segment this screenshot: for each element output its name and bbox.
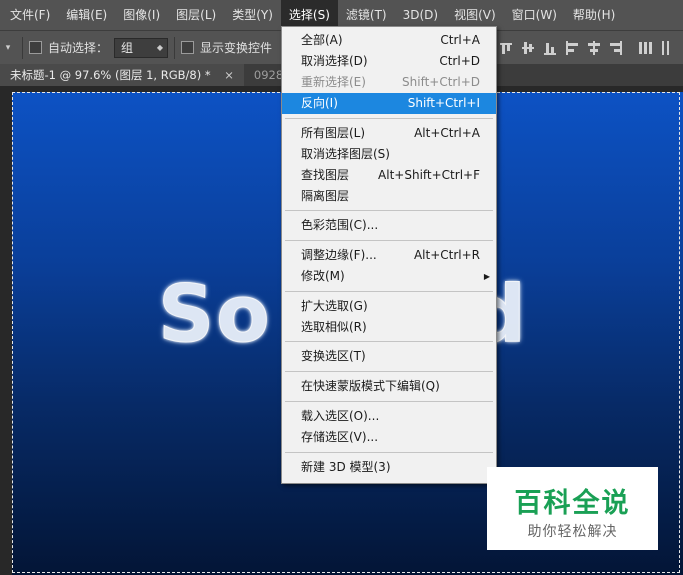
tab-untitled-1[interactable]: 未标题-1 @ 97.6% (图层 1, RGB/8) * × <box>0 64 244 86</box>
distribute-horizontal-icon[interactable] <box>660 39 676 57</box>
menu-help[interactable]: 帮助(H) <box>565 0 623 30</box>
menu-separator <box>285 371 493 372</box>
align-bottom-icon[interactable] <box>542 39 558 57</box>
auto-select-value: 组 <box>121 41 134 55</box>
menu-item-save-selection[interactable]: 存储选区(V)... <box>282 427 496 448</box>
tool-preset-dropdown-icon[interactable]: ▾ <box>0 43 16 53</box>
watermark-logo: 百科全说 助你轻松解决 <box>487 467 658 550</box>
show-transform-checkbox[interactable] <box>181 41 195 54</box>
menu-layer[interactable]: 图层(L) <box>168 0 224 30</box>
auto-select-dropdown[interactable]: 组 ◆ <box>114 37 169 58</box>
menu-separator <box>285 210 493 211</box>
tab-label: 未标题-1 @ 97.6% (图层 1, RGB/8) * <box>10 68 211 82</box>
auto-select-checkbox[interactable] <box>29 41 42 54</box>
menu-item-transform-selection[interactable]: 变换选区(T) <box>282 346 496 367</box>
menu-separator <box>285 118 493 119</box>
close-icon[interactable]: × <box>224 68 234 82</box>
menu-item-deselect-layers[interactable]: 取消选择图层(S) <box>282 144 496 165</box>
menu-file[interactable]: 文件(F) <box>2 0 58 30</box>
menu-item-reselect: 重新选择(E) Shift+Ctrl+D <box>301 75 480 89</box>
menu-item-quick-mask[interactable]: 在快速蒙版模式下编辑(Q) <box>282 376 496 397</box>
menu-item-inverse[interactable]: 反向(I) Shift+Ctrl+I <box>282 93 496 114</box>
menu-item-grow[interactable]: 扩大选取(G) <box>282 296 496 317</box>
align-toolbar <box>498 39 676 57</box>
menu-item-color-range[interactable]: 色彩范围(C)... <box>282 215 496 236</box>
menu-separator <box>285 401 493 402</box>
menu-item-new-3d-model[interactable]: 新建 3D 模型(3) <box>282 457 496 478</box>
auto-select-label: 自动选择： <box>48 41 109 55</box>
menu-item-deselect[interactable]: 取消选择(D) Ctrl+D <box>282 51 496 72</box>
menu-separator <box>285 291 493 292</box>
menu-type[interactable]: 类型(Y) <box>224 0 281 30</box>
menu-window[interactable]: 窗口(W) <box>504 0 565 30</box>
menu-item-modify[interactable]: 修改(M) ▶ <box>282 266 496 287</box>
menu-item-load-selection[interactable]: 载入选区(O)... <box>282 406 496 427</box>
menu-edit[interactable]: 编辑(E) <box>58 0 115 30</box>
select-menu-dropdown: 全部(A) Ctrl+A 取消选择(D) Ctrl+D 重新选择(E) Shift+C… <box>281 26 497 484</box>
show-transform-label: 显示变换控件 <box>200 41 273 55</box>
align-top-icon[interactable] <box>498 39 514 57</box>
menu-item-isolate-layers[interactable]: 隔离图层 <box>282 186 496 207</box>
menu-item-select-all[interactable]: 全部(A) Ctrl+A <box>282 30 496 51</box>
align-vcenter-icon[interactable] <box>520 39 536 57</box>
photoshop-window: 文件(F) 编辑(E) 图像(I) 图层(L) 类型(Y) 选择(S) 滤镜(T… <box>0 0 683 575</box>
menu-item-refine-edge[interactable]: 调整边缘(F)... Alt+Ctrl+R <box>282 245 496 266</box>
menu-separator <box>285 240 493 241</box>
align-right-icon[interactable] <box>608 39 624 57</box>
menu-item-similar[interactable]: 选取相似(R) <box>282 317 496 338</box>
divider <box>174 36 176 59</box>
watermark-subtitle: 助你轻松解决 <box>527 524 618 540</box>
menu-item-all-layers[interactable]: 所有图层(L) Alt+Ctrl+A <box>282 123 496 144</box>
menu-separator <box>285 341 493 342</box>
watermark-title: 百科全说 <box>514 488 631 519</box>
stepper-icon: ◆ <box>156 43 164 52</box>
align-left-icon[interactable] <box>564 39 580 57</box>
align-hcenter-icon[interactable] <box>586 39 602 57</box>
cloud-text-layer: So <box>158 270 272 361</box>
menu-item-find-layers[interactable]: 查找图层 Alt+Shift+Ctrl+F <box>282 165 496 186</box>
menu-image[interactable]: 图像(I) <box>115 0 168 30</box>
divider <box>22 36 23 59</box>
menu-separator <box>285 452 493 453</box>
submenu-arrow-icon: ▶ <box>483 272 490 281</box>
distribute-icon[interactable] <box>638 39 654 57</box>
